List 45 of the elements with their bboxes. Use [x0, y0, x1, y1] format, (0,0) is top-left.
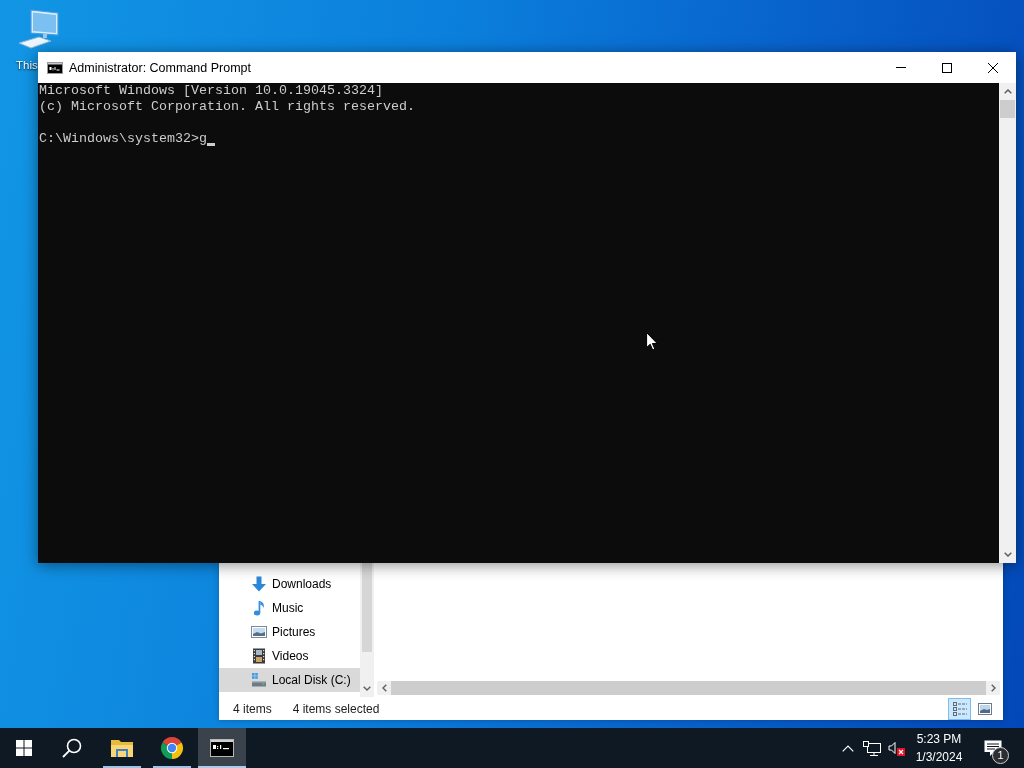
- close-icon: [988, 62, 998, 73]
- prompt-line: C:\Windows\system32>g: [39, 131, 207, 147]
- nav-item[interactable]: Music: [219, 596, 360, 620]
- console-line: (c) Microsoft Corporation. All rights reserved.: [39, 99, 415, 115]
- film-strip-icon: [251, 648, 267, 664]
- chevron-left-icon: [381, 684, 387, 692]
- text-cursor-icon: [206, 143, 215, 146]
- chevron-up-icon: [1003, 89, 1012, 94]
- notifications-button[interactable]: 1: [970, 728, 1016, 768]
- console-output-area[interactable]: Microsoft Windows [Version 10.0.19045.3324] (c) Microsoft Corporation. All rights reserved. C:\Windows\system32>g: [38, 83, 999, 563]
- download-arrow-icon: [251, 576, 267, 592]
- nav-item[interactable]: Local Disk (C:): [219, 668, 360, 692]
- hard-drive-icon: [251, 672, 267, 688]
- maximize-icon: [942, 62, 952, 73]
- minimize-icon: [896, 67, 906, 68]
- console-line: Microsoft Windows [Version 10.0.19045.3324]: [39, 83, 383, 99]
- nav-item[interactable]: Downloads: [219, 572, 360, 596]
- picture-icon: [977, 702, 992, 715]
- clock-button[interactable]: 5:23 PM 1/3/2024: [908, 728, 970, 768]
- scrollbar-thumb[interactable]: [1000, 100, 1015, 118]
- chevron-down-icon: [363, 685, 371, 691]
- mouse-pointer-icon: [646, 332, 658, 351]
- search-icon: [62, 738, 82, 758]
- view-button[interactable]: [948, 697, 971, 720]
- network-monitor-icon: [863, 740, 881, 756]
- nav-item[interactable]: Pictures: [219, 620, 360, 644]
- chevron-right-icon: [990, 684, 996, 692]
- status-text: 4 items selected: [292, 701, 380, 716]
- computer-icon[interactable]: [18, 8, 60, 50]
- details-view-icon: [952, 701, 967, 716]
- chrome-logo-icon: [160, 736, 184, 760]
- console-icon: [47, 61, 63, 74]
- windows-logo-icon: [16, 740, 32, 756]
- music-note-icon: [251, 600, 267, 616]
- status-text: 4 items: [233, 701, 272, 716]
- folder-icon: [110, 738, 134, 758]
- window-title: Administrator: Command Prompt: [69, 60, 251, 75]
- taskbar-app-button[interactable]: [198, 728, 246, 768]
- nav-item[interactable]: Videos: [219, 644, 360, 668]
- picture-icon: [251, 624, 267, 640]
- chevron-up-icon: [842, 744, 854, 752]
- scrollbar-thumb[interactable]: [362, 563, 372, 652]
- console-icon: [210, 739, 234, 757]
- notification-count-badge: 1: [992, 747, 1009, 764]
- chevron-down-icon: [1003, 552, 1012, 557]
